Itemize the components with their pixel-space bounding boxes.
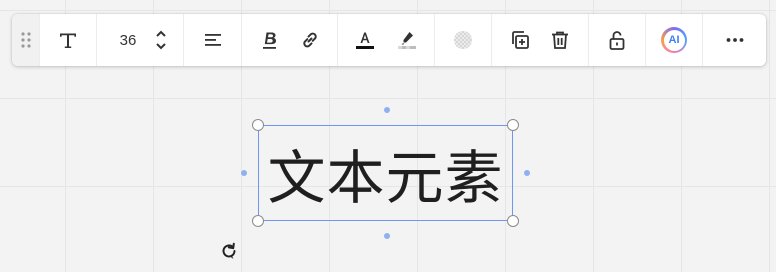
delete-button[interactable] xyxy=(545,25,575,55)
link-button[interactable] xyxy=(295,25,325,55)
font-size-group: 36 xyxy=(96,14,183,66)
unlock-icon xyxy=(609,31,625,50)
text-element-selection[interactable]: 文本元素 xyxy=(241,107,530,239)
resize-handle-top-left[interactable] xyxy=(252,119,264,131)
highlight-button[interactable] xyxy=(392,25,422,55)
lock-group xyxy=(588,14,645,66)
chevron-up-icon[interactable] xyxy=(155,30,167,37)
drag-handle-icon xyxy=(20,32,31,48)
more-group xyxy=(702,14,766,66)
align-button[interactable] xyxy=(198,25,228,55)
chevron-down-icon[interactable] xyxy=(155,43,167,50)
bold-button[interactable] xyxy=(255,25,285,55)
text-element[interactable]: 文本元素 xyxy=(259,126,512,220)
more-button[interactable] xyxy=(720,25,750,55)
resize-handle-bottom-left[interactable] xyxy=(252,215,264,227)
font-size-value[interactable]: 36 xyxy=(111,32,145,49)
drag-handle[interactable] xyxy=(12,14,39,66)
element-toolbar: 36 AI xyxy=(12,14,766,66)
transparency-group xyxy=(434,14,491,66)
delete-icon xyxy=(552,31,568,49)
text-color-button[interactable] xyxy=(350,25,380,55)
lock-button[interactable] xyxy=(602,25,632,55)
edit-group xyxy=(491,14,588,66)
ai-button[interactable]: AI xyxy=(659,25,689,55)
rotate-handle[interactable] xyxy=(219,241,239,261)
link-icon xyxy=(302,32,317,48)
connector-point-right[interactable] xyxy=(524,170,530,176)
connector-point-top[interactable] xyxy=(384,107,390,113)
text-type-group xyxy=(39,14,96,66)
align-group xyxy=(183,14,241,66)
ai-icon: AI xyxy=(661,27,687,53)
rotate-icon xyxy=(222,242,236,259)
transparency-icon xyxy=(454,31,472,49)
font-size-stepper[interactable] xyxy=(155,30,167,50)
ai-group: AI xyxy=(645,14,702,66)
bold-icon xyxy=(262,32,276,49)
format-group xyxy=(241,14,337,66)
align-left-icon xyxy=(204,34,221,46)
text-color-icon xyxy=(356,32,374,49)
resize-handle-bottom-right[interactable] xyxy=(507,215,519,227)
more-icon xyxy=(726,38,743,42)
connector-point-left[interactable] xyxy=(241,170,247,176)
transparency-button[interactable] xyxy=(448,25,478,55)
duplicate-icon xyxy=(512,31,529,49)
highlight-icon xyxy=(398,32,416,49)
color-group xyxy=(337,14,434,66)
resize-handle-top-right[interactable] xyxy=(507,119,519,131)
connector-point-bottom[interactable] xyxy=(384,233,390,239)
duplicate-button[interactable] xyxy=(505,25,535,55)
text-type-icon xyxy=(60,33,76,48)
text-type-button[interactable] xyxy=(53,25,83,55)
ai-label: AI xyxy=(663,29,685,51)
